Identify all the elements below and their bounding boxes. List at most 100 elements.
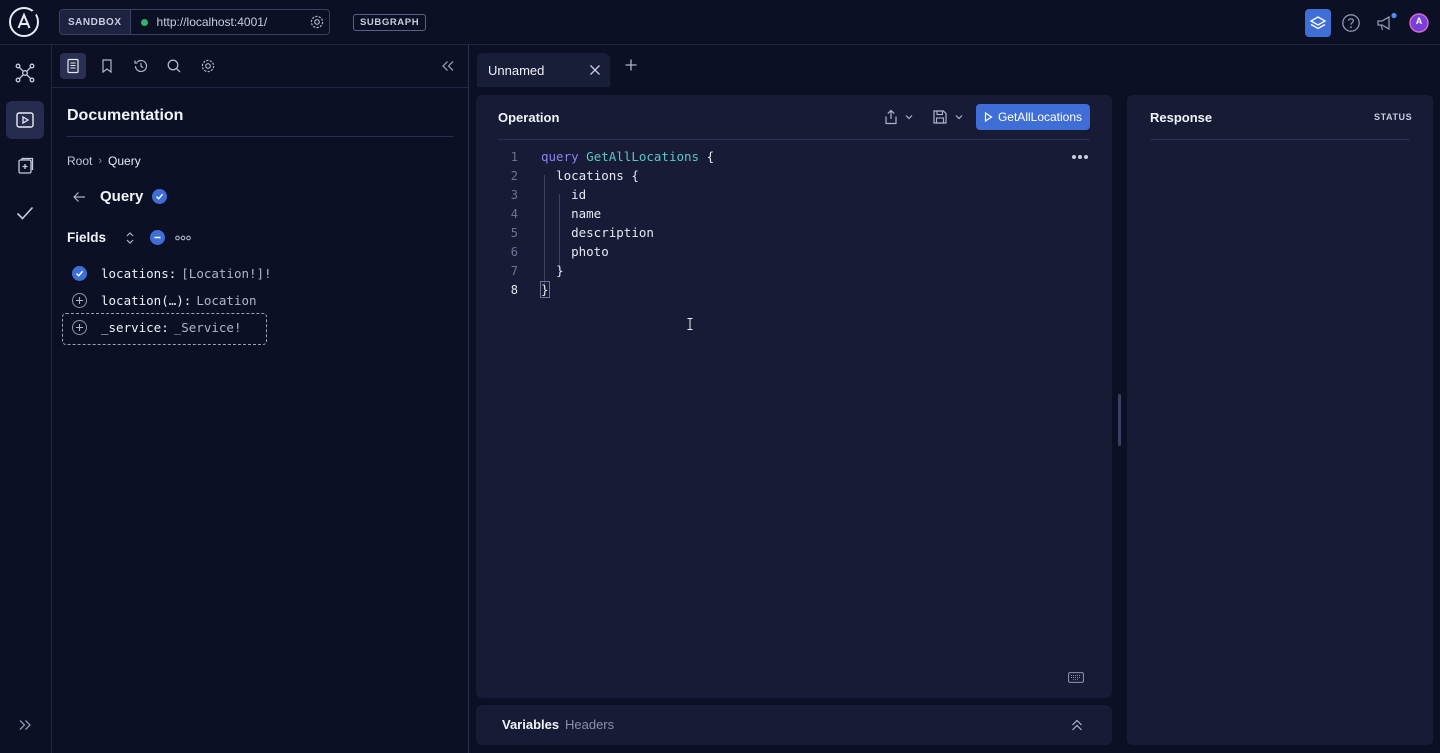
field-name[interactable]: _service: [101, 320, 169, 335]
tab-variables[interactable]: Variables [502, 717, 559, 732]
editor-more-icon[interactable] [1071, 153, 1089, 161]
field-type[interactable]: [Location!]! [181, 266, 271, 281]
nav-checks[interactable] [6, 194, 44, 232]
add-field-plus-icon[interactable] [72, 292, 87, 308]
collections-tab-button[interactable] [94, 53, 120, 79]
breadcrumb-query[interactable]: Query [108, 154, 141, 168]
search-schema-button[interactable] [161, 53, 187, 79]
connection-settings-gear-icon[interactable] [309, 14, 325, 30]
line-number: 2 [510, 168, 518, 183]
apollo-logo-icon[interactable] [8, 6, 40, 38]
tab-unnamed[interactable]: Unnamed [477, 53, 610, 87]
more-options-icon[interactable] [175, 235, 191, 241]
documentation-panel: Documentation Root › Query Query Fields … [52, 45, 469, 753]
announcements-button[interactable] [1374, 9, 1398, 37]
collapse-panel-button[interactable] [435, 53, 461, 79]
chevron-down-icon [955, 115, 963, 120]
top-bar: SANDBOX http://localhost:4001/ SUBGRAPH … [0, 0, 1440, 45]
operation-title: Operation [498, 110, 560, 125]
fields-title: Fields [67, 230, 107, 245]
code-text: locations { [556, 168, 639, 183]
keyboard-shortcuts-icon[interactable] [1068, 672, 1084, 683]
checkmark-icon [16, 206, 34, 220]
type-selected-check-icon[interactable] [152, 189, 168, 204]
response-status-label: STATUS [1374, 112, 1413, 122]
save-menu-button[interactable] [932, 109, 964, 125]
help-button[interactable] [1340, 9, 1362, 37]
code-text: description [571, 225, 654, 240]
field-row-locations[interactable]: locations: [Location!]! [72, 263, 272, 283]
run-operation-button[interactable]: GetAllLocations [976, 104, 1090, 130]
matched-bracket: } [540, 281, 550, 298]
line-number: 5 [510, 225, 518, 240]
back-arrow-icon[interactable] [72, 190, 86, 204]
type-header: Query [72, 188, 168, 205]
field-type[interactable]: _Service! [174, 320, 242, 335]
code-text: } [541, 282, 549, 297]
avatar-initials: A [1415, 16, 1423, 26]
field-name[interactable]: locations: [101, 266, 176, 281]
panel-resize-handle[interactable] [1118, 394, 1121, 446]
response-divider [1150, 139, 1410, 140]
deselect-all-icon[interactable] [150, 230, 166, 245]
docs-title: Documentation [67, 107, 184, 124]
breadcrumb-separator-icon: › [98, 155, 103, 167]
chevron-down-icon [905, 115, 913, 120]
line-number: 4 [510, 206, 518, 221]
document-icon [67, 58, 79, 74]
operation-tabs: Unnamed [469, 45, 1440, 87]
endpoint-selector[interactable]: SANDBOX http://localhost:4001/ [59, 9, 330, 35]
share-menu-button[interactable] [884, 109, 914, 125]
add-tab-plus-icon[interactable] [624, 58, 638, 72]
variables-panel: Variables Headers [476, 705, 1112, 745]
save-icon [933, 110, 947, 124]
expand-nav-button[interactable] [6, 706, 44, 744]
double-chevron-left-icon [442, 61, 454, 71]
help-icon [1342, 14, 1360, 32]
line-number: 1 [510, 149, 518, 164]
field-row-service[interactable]: _service: _Service! [72, 317, 241, 337]
code-text: id [571, 187, 587, 202]
code-operation-name: GetAllLocations [586, 149, 700, 164]
subgraph-badge[interactable]: SUBGRAPH [353, 14, 427, 31]
tab-headers[interactable]: Headers [565, 717, 614, 732]
user-avatar[interactable]: A [1409, 9, 1429, 37]
breadcrumb-root[interactable]: Root [67, 154, 92, 168]
schema-graph-icon [15, 63, 35, 83]
play-icon [984, 112, 993, 122]
docs-toolbar [52, 45, 468, 88]
line-number: 3 [510, 187, 518, 202]
nav-schema[interactable] [6, 54, 44, 92]
nav-changelog[interactable] [6, 147, 44, 185]
field-name[interactable]: location(…): [101, 293, 191, 308]
line-number: 7 [510, 263, 518, 278]
nav-explorer[interactable] [6, 101, 44, 139]
field-row-location[interactable]: location(…): Location [72, 290, 257, 310]
sort-toggle-icon[interactable] [124, 231, 136, 245]
docs-tab-button[interactable] [60, 53, 86, 79]
settings-tab-button[interactable] [195, 53, 221, 79]
response-title: Response [1150, 110, 1213, 125]
add-field-plus-icon[interactable] [72, 319, 87, 335]
expand-chevron-up-icon[interactable] [1070, 718, 1084, 732]
line-number: 6 [510, 244, 518, 259]
field-selected-check-icon[interactable] [72, 265, 87, 281]
tab-label: Unnamed [488, 62, 545, 78]
text-cursor-icon [687, 318, 693, 330]
breadcrumb: Root › Query [67, 154, 141, 168]
share-icon [885, 109, 897, 125]
field-type[interactable]: Location [196, 293, 256, 308]
fields-header: Fields [67, 230, 191, 245]
endpoint-url-input[interactable]: http://localhost:4001/ [157, 15, 309, 29]
code-keyword: query [541, 149, 579, 164]
type-title: Query [100, 188, 144, 205]
double-chevron-right-icon [19, 720, 31, 730]
close-icon[interactable] [588, 63, 602, 77]
operation-divider [498, 139, 1090, 140]
run-button-label: GetAllLocations [997, 110, 1083, 124]
explorer-mode-button[interactable] [1305, 9, 1331, 37]
history-tab-button[interactable] [128, 53, 154, 79]
